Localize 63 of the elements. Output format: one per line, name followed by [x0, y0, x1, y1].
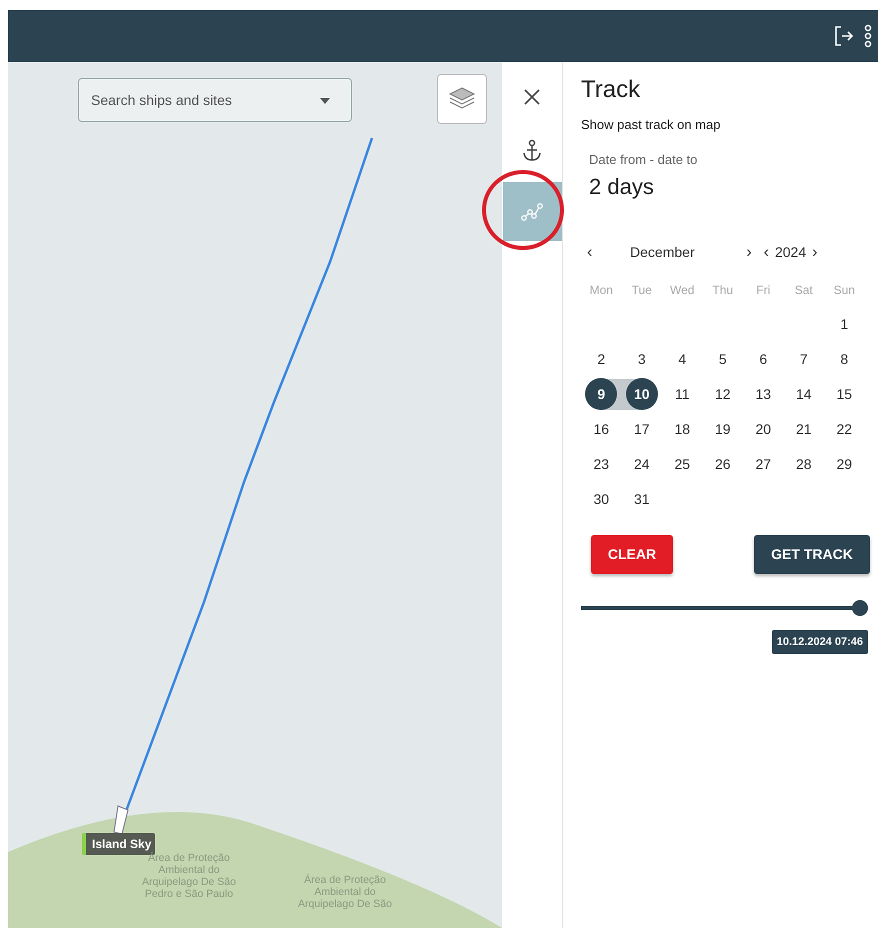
date-range-value: 2 days	[588, 172, 655, 201]
ship-marker-icon	[113, 805, 129, 835]
calendar-day[interactable]: 13	[747, 378, 780, 410]
weekday-label: Mon	[588, 282, 614, 299]
calendar-day[interactable]: 28	[788, 448, 820, 480]
year-label: 2024	[774, 243, 806, 262]
calendar-day[interactable]: 7	[788, 343, 820, 376]
month-label: December	[629, 243, 696, 262]
clear-button[interactable]: CLEAR	[591, 534, 673, 574]
slider-tooltip: 10.12.2024 07:46	[772, 630, 868, 654]
weekday-label: Fri	[755, 282, 772, 299]
weekday-label: Sat	[794, 282, 814, 299]
calendar-day[interactable]: 24	[626, 448, 658, 480]
weekday-label: Wed	[669, 282, 696, 299]
date-range-label: Date from - date to	[588, 151, 698, 170]
panel-title: Track	[581, 76, 642, 105]
calendar-day[interactable]: 27	[747, 448, 780, 480]
next-year-button[interactable]: ›	[806, 240, 824, 265]
logout-icon[interactable]	[834, 25, 854, 47]
calendar-day[interactable]: 15	[828, 378, 860, 410]
calendar-day[interactable]: 2	[585, 343, 618, 376]
calendar-day[interactable]: 11	[666, 378, 698, 410]
calendar-day[interactable]: 19	[706, 413, 739, 446]
calendar-day[interactable]: 29	[828, 448, 860, 480]
calendar-day[interactable]: 30	[585, 483, 618, 516]
anchor-icon	[521, 139, 543, 163]
weekday-label: Tue	[630, 282, 653, 299]
calendar-day[interactable]: 20	[747, 413, 780, 446]
panel-subtitle: Show past track on map	[581, 116, 722, 134]
weekday-label: Sun	[832, 282, 856, 299]
calendar-day[interactable]: 8	[828, 343, 860, 376]
calendar-day[interactable]: 18	[666, 413, 698, 446]
weekday-label: Thu	[711, 282, 734, 299]
previous-month-button[interactable]: ‹	[581, 240, 598, 265]
calendar-day[interactable]: 26	[706, 448, 739, 480]
calendar-day[interactable]: 4	[666, 343, 698, 376]
calendar-day[interactable]: 17	[626, 413, 658, 446]
more-options-icon[interactable]	[864, 24, 872, 48]
area-label: Área de Proteção Ambiental do Arquipelago De São	[297, 874, 393, 910]
previous-year-button[interactable]: ‹	[758, 240, 775, 265]
calendar-day[interactable]: 3	[626, 343, 658, 376]
calendar-day[interactable]: 21	[788, 413, 820, 446]
next-month-button[interactable]: ›	[740, 240, 758, 265]
track-tool-button[interactable]	[502, 182, 562, 241]
calendar-day[interactable]: 16	[585, 413, 618, 446]
search-field[interactable]: Search ships and sites	[78, 78, 352, 122]
slider-thumb[interactable]	[852, 600, 868, 616]
get-track-button[interactable]: GET TRACK	[754, 534, 870, 574]
calendar-day[interactable]: 25	[666, 448, 698, 480]
ship-label[interactable]: Island Sky	[82, 833, 156, 855]
dropdown-caret-icon[interactable]	[320, 98, 330, 104]
calendar-day[interactable]: 31	[626, 483, 658, 516]
area-label: Área de Proteção Ambiental do Arquipelago De São Pedro e São Paulo	[141, 852, 237, 900]
layers-button[interactable]	[437, 74, 487, 124]
calendar-day[interactable]: 6	[747, 343, 780, 376]
calendar-day[interactable]: 9	[585, 378, 618, 410]
calendar-day[interactable]: 22	[828, 413, 860, 446]
calendar-day[interactable]: 10	[626, 378, 658, 410]
calendar-day[interactable]: 5	[706, 343, 739, 376]
calendar-day[interactable]: 12	[706, 378, 739, 410]
calendar-day[interactable]: 14	[788, 378, 820, 410]
calendar-day[interactable]: 1	[828, 308, 860, 340]
calendar-day[interactable]: 23	[585, 448, 618, 480]
